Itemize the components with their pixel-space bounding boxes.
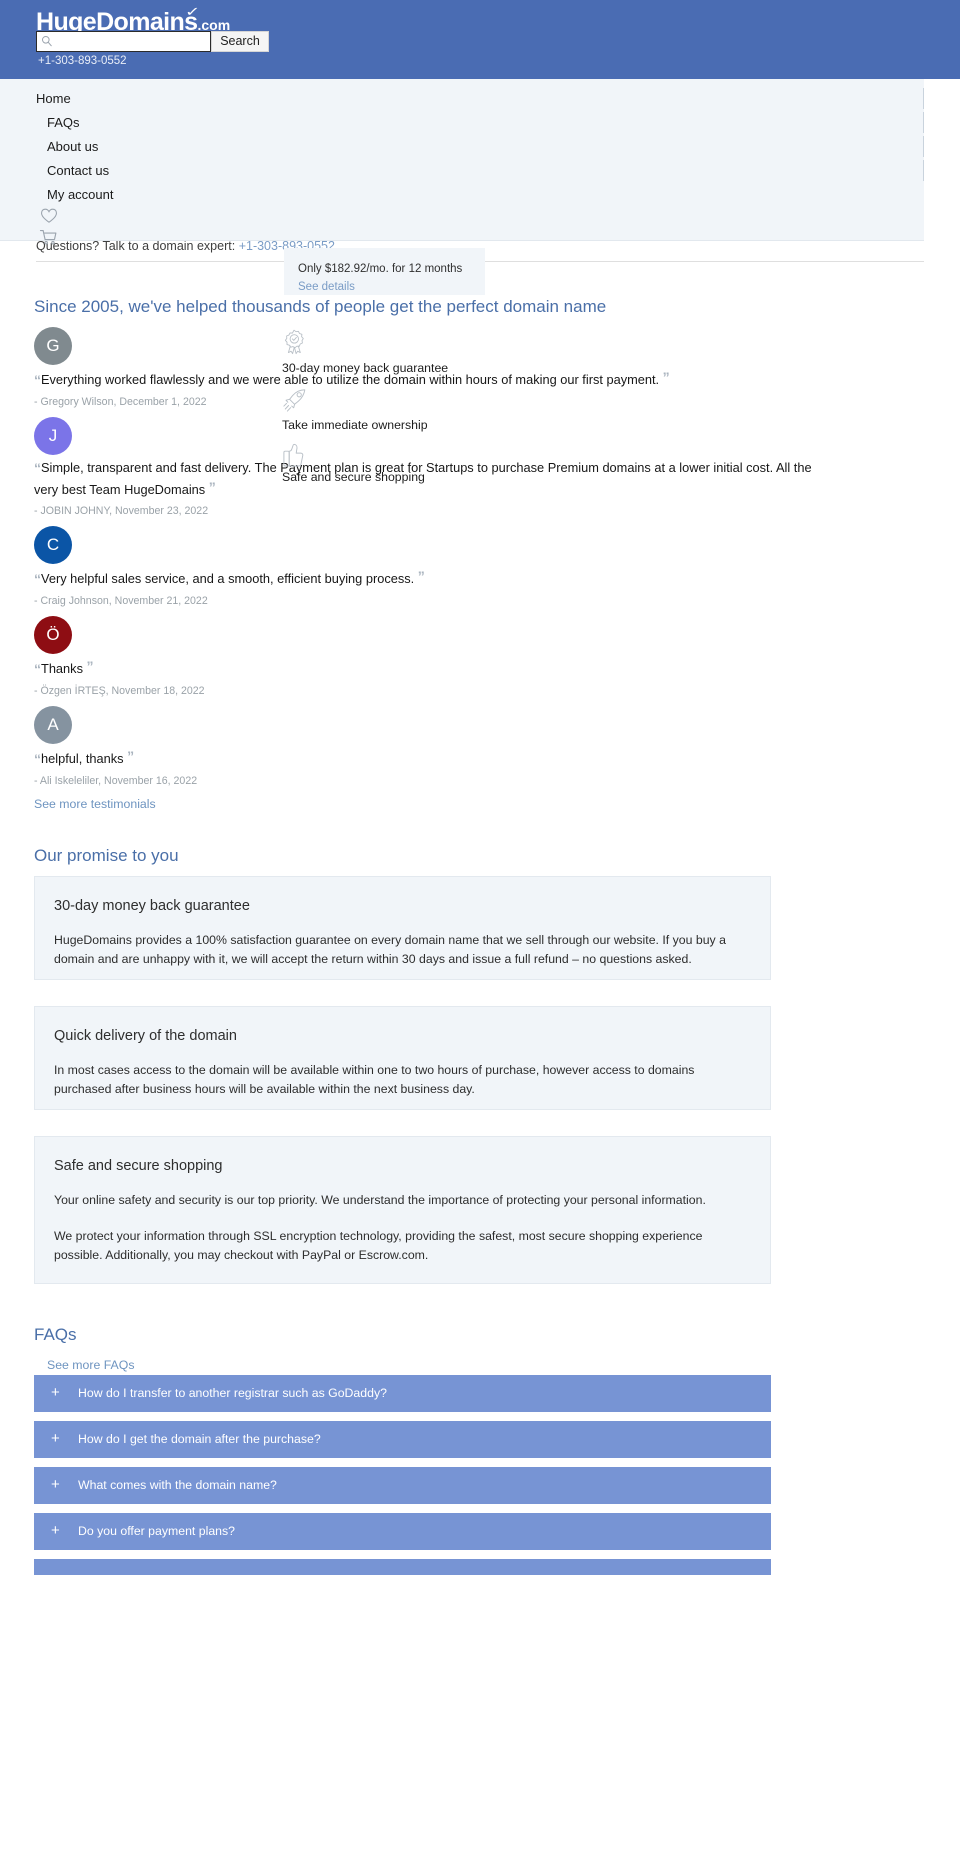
- nav-item-home[interactable]: Home: [36, 91, 71, 106]
- faq-accordion-item[interactable]: + Do you offer payment plans?: [34, 1513, 771, 1550]
- quote-open-mark: “: [34, 372, 41, 388]
- heart-icon[interactable]: [40, 208, 58, 224]
- site-header: HugeDomains.com ✓ Search +1-303-893-0552: [0, 0, 960, 79]
- testimonial-text: Very helpful sales service, and a smooth…: [41, 571, 415, 586]
- promise-card: 30-day money back guarantee HugeDomains …: [34, 876, 771, 980]
- faq-accordion-item[interactable]: + How do I transfer to another registrar…: [34, 1375, 771, 1412]
- avatar-initial: C: [46, 535, 60, 554]
- testimonials-heading: Since 2005, we've helped thousands of pe…: [34, 297, 607, 316]
- avatar: G: [34, 327, 72, 365]
- testimonial-item: A “helpful, thanks ” - Ali Iskeleliler, …: [34, 706, 814, 787]
- testimonial-author: - Özgen İRTEŞ, November 18, 2022: [34, 685, 205, 697]
- nav-divider: [923, 136, 924, 157]
- testimonial-author: - Craig Johnson, November 21, 2022: [34, 595, 208, 607]
- testimonial-item: Ö “Thanks ” - Özgen İRTEŞ, November 18, …: [34, 616, 814, 697]
- avatar-initial: A: [47, 715, 59, 734]
- testimonial-text: Thanks: [41, 661, 83, 676]
- nav-divider: [923, 88, 924, 109]
- testimonial-text: helpful, thanks: [41, 751, 124, 766]
- feature-money-back: 30-day money back guarantee: [282, 329, 448, 375]
- feature-label: Safe and secure shopping: [282, 470, 425, 484]
- testimonial-author: - Ali Iskeleliler, November 16, 2022: [34, 775, 198, 787]
- plus-icon: +: [51, 1430, 60, 1447]
- avatar: J: [34, 417, 72, 455]
- nav-item-my-account[interactable]: My account: [47, 187, 113, 202]
- avatar: Ö: [34, 616, 72, 654]
- avatar-initial: Ö: [46, 625, 60, 644]
- search-input[interactable]: [57, 34, 207, 49]
- avatar-initial: J: [48, 426, 58, 445]
- promise-card: Quick delivery of the domain In most cas…: [34, 1006, 771, 1110]
- faq-question: How do I transfer to another registrar s…: [78, 1386, 387, 1400]
- quote-open-mark: “: [34, 751, 41, 767]
- logo-check-icon: ✓: [184, 4, 200, 19]
- testimonial-quote: “Very helpful sales service, and a smoot…: [34, 567, 814, 589]
- faq-heading: FAQs: [34, 1325, 77, 1344]
- quote-close-mark: ”: [208, 479, 216, 495]
- search-box[interactable]: [36, 31, 211, 52]
- quote-open-mark: “: [34, 460, 41, 476]
- see-details-link[interactable]: See details: [298, 281, 355, 293]
- page-root: Questions? Talk to a domain expert: +1-3…: [0, 0, 960, 1875]
- search-icon: [42, 36, 52, 47]
- price-popup-text-wrap: Only $182.92/mo. for 12 months See detai…: [298, 260, 471, 296]
- quote-close-mark: ”: [127, 748, 135, 764]
- faq-question: Do you offer payment plans?: [78, 1524, 235, 1538]
- nav-divider: [923, 112, 924, 133]
- quote-close-mark: ”: [662, 369, 670, 385]
- promise-card-heading: 30-day money back guarantee: [54, 898, 250, 914]
- price-popup: Only $182.92/mo. for 12 months See detai…: [284, 248, 485, 295]
- promise-card-heading: Quick delivery of the domain: [54, 1028, 237, 1044]
- promise-card-text: We protect your information through SSL …: [54, 1229, 703, 1262]
- plus-icon: +: [51, 1522, 60, 1539]
- feature-immediate-ownership: Take immediate ownership: [282, 388, 428, 432]
- testimonial-quote: “helpful, thanks ”: [34, 747, 814, 769]
- promise-card-text: Your online safety and security is our t…: [54, 1193, 706, 1207]
- nav-divider: [923, 160, 924, 181]
- plus-icon: +: [51, 1384, 60, 1401]
- promise-card-text: In most cases access to the domain will …: [54, 1063, 695, 1096]
- see-more-faqs-link[interactable]: See more FAQs: [47, 1358, 134, 1372]
- testimonial-author: - JOBIN JOHNY, November 23, 2022: [34, 505, 209, 517]
- faq-accordion-item[interactable]: [34, 1559, 771, 1575]
- nav-dropdown-panel: Home FAQs About us Contact us My account: [0, 79, 924, 245]
- nav-item-contact-us[interactable]: Contact us: [47, 163, 109, 178]
- thumbs-up-icon: [283, 443, 304, 467]
- avatar: A: [34, 706, 72, 744]
- badge-check-icon: [284, 329, 304, 355]
- promise-card-heading: Safe and secure shopping: [54, 1158, 223, 1174]
- promise-heading: Our promise to you: [34, 846, 179, 865]
- testimonial-item: C “Very helpful sales service, and a smo…: [34, 526, 814, 607]
- rocket-icon: [283, 389, 306, 412]
- header-phone[interactable]: +1-303-893-0552: [38, 55, 127, 67]
- quote-close-mark: ”: [86, 658, 94, 674]
- avatar: C: [34, 526, 72, 564]
- plus-icon: +: [51, 1476, 60, 1493]
- quote-open-mark: “: [34, 661, 41, 677]
- nav-item-faqs[interactable]: FAQs: [47, 115, 80, 130]
- search-button[interactable]: Search: [211, 31, 269, 52]
- faq-accordion-item[interactable]: + What comes with the domain name?: [34, 1467, 771, 1504]
- quote-open-mark: “: [34, 571, 41, 587]
- promise-card: Safe and secure shopping Your online saf…: [34, 1136, 771, 1284]
- price-popup-text: Only $182.92/mo. for 12 months: [298, 263, 463, 275]
- contact-bar-text: Questions? Talk to a domain expert:: [36, 239, 236, 253]
- faq-question: What comes with the domain name?: [78, 1478, 277, 1492]
- promise-card-text: HugeDomains provides a 100% satisfaction…: [54, 933, 726, 966]
- faq-accordion-item[interactable]: + How do I get the domain after the purc…: [34, 1421, 771, 1458]
- avatar-initial: G: [46, 336, 60, 355]
- cart-icon[interactable]: [39, 229, 58, 246]
- testimonial-quote: “Thanks ”: [34, 657, 814, 679]
- nav-item-about-us[interactable]: About us: [47, 139, 98, 154]
- feature-label: 30-day money back guarantee: [282, 361, 449, 375]
- see-more-testimonials-link[interactable]: See more testimonials: [34, 797, 156, 811]
- quote-close-mark: ”: [417, 568, 425, 584]
- faq-question: How do I get the domain after the purcha…: [78, 1432, 321, 1446]
- feature-secure-shopping: Safe and secure shopping: [282, 440, 425, 484]
- feature-label: Take immediate ownership: [282, 418, 428, 432]
